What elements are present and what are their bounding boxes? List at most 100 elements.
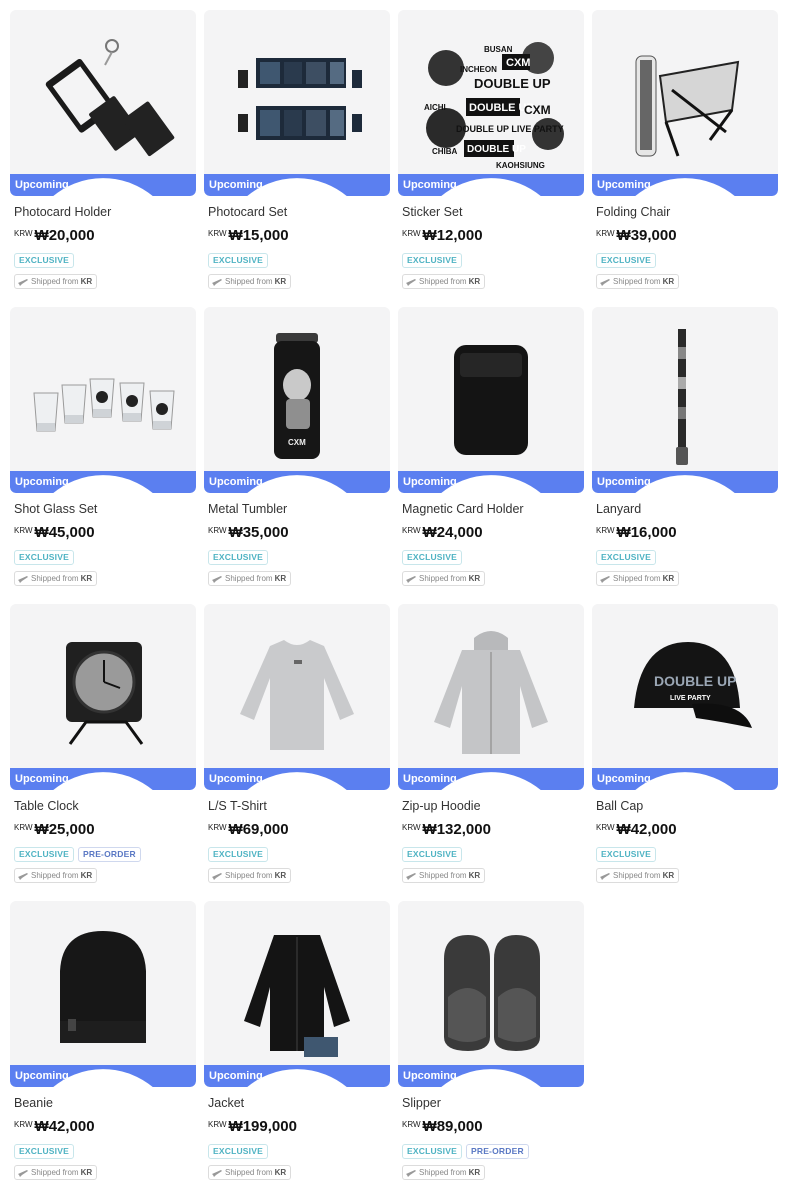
shipping-badge: Shipped from KR bbox=[596, 571, 680, 586]
currency-code: KRW bbox=[596, 823, 615, 832]
plane-icon bbox=[406, 872, 416, 880]
shipping-badge: Shipped from KR bbox=[208, 274, 292, 289]
product-thumbnail[interactable]: Upcoming bbox=[10, 10, 196, 196]
badge-row: EXCLUSIVE bbox=[402, 847, 584, 862]
price-amount: ₩89,000 bbox=[422, 1118, 483, 1135]
product-thumbnail[interactable]: Upcoming bbox=[398, 901, 584, 1087]
price-amount: ₩69,000 bbox=[228, 821, 289, 838]
product-price: KRW ₩35,000 bbox=[208, 524, 390, 541]
product-card[interactable]: Upcoming Photocard Set KRW ₩15,000 EXCLU… bbox=[204, 10, 390, 307]
photocard-set-image bbox=[238, 58, 362, 140]
plane-icon bbox=[600, 278, 610, 286]
product-price: KRW ₩45,000 bbox=[14, 524, 196, 541]
product-name[interactable]: Photocard Set bbox=[208, 205, 390, 219]
plane-icon bbox=[600, 872, 610, 880]
clock-icon bbox=[441, 475, 541, 493]
badge-row: EXCLUSIVE bbox=[14, 253, 196, 268]
svg-text:AICHI: AICHI bbox=[424, 103, 446, 112]
product-thumbnail[interactable]: Upcoming bbox=[10, 307, 196, 493]
plane-icon bbox=[406, 1169, 416, 1177]
product-thumbnail[interactable]: Upcoming bbox=[398, 307, 584, 493]
product-name[interactable]: Ball Cap bbox=[596, 799, 778, 813]
product-price: KRW ₩12,000 bbox=[402, 227, 584, 244]
product-card[interactable]: Upcoming Table Clock KRW ₩25,000 EXCLUSI… bbox=[10, 604, 196, 901]
product-name[interactable]: Sticker Set bbox=[402, 205, 584, 219]
product-card[interactable]: Upcoming Folding Chair KRW ₩39,000 EXCLU… bbox=[592, 10, 778, 307]
product-name[interactable]: Magnetic Card Holder bbox=[402, 502, 584, 516]
exclusive-badge: EXCLUSIVE bbox=[14, 253, 74, 268]
shipping-origin: KR bbox=[80, 871, 93, 880]
upcoming-status-bar: Upcoming bbox=[10, 471, 196, 493]
product-card[interactable]: Upcoming L/S T-Shirt KRW ₩69,000 EXCLUSI… bbox=[204, 604, 390, 901]
shipping-prefix: Shipped from bbox=[419, 277, 467, 286]
shipping-origin: KR bbox=[274, 277, 287, 286]
shipping-badge: Shipped from KR bbox=[596, 274, 680, 289]
shipping-badge: Shipped from KR bbox=[402, 274, 486, 289]
product-thumbnail[interactable]: Upcoming bbox=[204, 10, 390, 196]
preorder-badge: PRE-ORDER bbox=[77, 847, 141, 862]
clock-icon bbox=[53, 475, 153, 493]
shipping-origin: KR bbox=[80, 277, 93, 286]
product-thumbnail[interactable]: Upcoming bbox=[10, 604, 196, 790]
product-name[interactable]: Zip-up Hoodie bbox=[402, 799, 584, 813]
badge-row: EXCLUSIVE bbox=[596, 253, 778, 268]
plane-icon bbox=[212, 278, 222, 286]
price-amount: ₩16,000 bbox=[616, 524, 677, 541]
product-name[interactable]: Beanie bbox=[14, 1096, 196, 1110]
ls-tshirt-image bbox=[240, 640, 354, 750]
clock-icon bbox=[53, 772, 153, 790]
product-card[interactable]: BUSAN CXM INCHEON DOUBLE UP AICHI DOUBLE… bbox=[398, 10, 584, 307]
product-name[interactable]: L/S T-Shirt bbox=[208, 799, 390, 813]
clock-icon bbox=[247, 1069, 347, 1087]
product-card[interactable]: DOUBLE UP LIVE PARTY Upcoming Ball Cap K… bbox=[592, 604, 778, 901]
product-name[interactable]: Table Clock bbox=[14, 799, 196, 813]
plane-icon bbox=[600, 575, 610, 583]
product-name[interactable]: Jacket bbox=[208, 1096, 390, 1110]
product-price: KRW ₩15,000 bbox=[208, 227, 390, 244]
product-card[interactable]: Upcoming Zip-up Hoodie KRW ₩132,000 EXCL… bbox=[398, 604, 584, 901]
badge-row: EXCLUSIVE bbox=[208, 253, 390, 268]
exclusive-badge: EXCLUSIVE bbox=[596, 253, 656, 268]
product-thumbnail[interactable]: CXM Upcoming bbox=[204, 307, 390, 493]
product-name[interactable]: Folding Chair bbox=[596, 205, 778, 219]
product-name[interactable]: Photocard Holder bbox=[14, 205, 196, 219]
product-card[interactable]: Upcoming Photocard Holder KRW ₩20,000 EX… bbox=[10, 10, 196, 307]
product-name[interactable]: Slipper bbox=[402, 1096, 584, 1110]
product-price: KRW ₩42,000 bbox=[14, 1118, 196, 1135]
badge-row: EXCLUSIVE bbox=[402, 550, 584, 565]
product-name[interactable]: Lanyard bbox=[596, 502, 778, 516]
product-thumbnail[interactable]: Upcoming bbox=[204, 604, 390, 790]
product-thumbnail[interactable]: Upcoming bbox=[398, 604, 584, 790]
shipping-badge: Shipped from KR bbox=[402, 571, 486, 586]
product-name[interactable]: Metal Tumbler bbox=[208, 502, 390, 516]
product-price: KRW ₩16,000 bbox=[596, 524, 778, 541]
product-thumbnail[interactable]: Upcoming bbox=[10, 901, 196, 1087]
exclusive-badge: EXCLUSIVE bbox=[402, 847, 462, 862]
product-card[interactable]: Upcoming Jacket KRW ₩199,000 EXCLUSIVE S… bbox=[204, 901, 390, 1198]
shipping-prefix: Shipped from bbox=[31, 574, 79, 583]
currency-code: KRW bbox=[596, 229, 615, 238]
product-thumbnail[interactable]: Upcoming bbox=[592, 10, 778, 196]
upcoming-status-bar: Upcoming bbox=[398, 768, 584, 790]
shipping-badge: Shipped from KR bbox=[596, 868, 680, 883]
badge-row: EXCLUSIVE bbox=[14, 1144, 196, 1159]
product-card[interactable]: Upcoming Beanie KRW ₩42,000 EXCLUSIVE Sh… bbox=[10, 901, 196, 1198]
lanyard-image bbox=[676, 329, 688, 465]
currency-code: KRW bbox=[14, 526, 33, 535]
product-thumbnail[interactable]: DOUBLE UP LIVE PARTY Upcoming bbox=[592, 604, 778, 790]
plane-icon bbox=[406, 278, 416, 286]
metal-tumbler-image: CXM bbox=[274, 333, 320, 459]
product-card[interactable]: CXM Upcoming Metal Tumbler KRW ₩35,000 E… bbox=[204, 307, 390, 604]
shipping-prefix: Shipped from bbox=[419, 574, 467, 583]
shipping-badge: Shipped from KR bbox=[208, 571, 292, 586]
product-card[interactable]: Upcoming Slipper KRW ₩89,000 EXCLUSIVE PR… bbox=[398, 901, 584, 1198]
product-thumbnail[interactable]: BUSAN CXM INCHEON DOUBLE UP AICHI DOUBLE… bbox=[398, 10, 584, 196]
product-thumbnail[interactable]: Upcoming bbox=[204, 901, 390, 1087]
exclusive-badge: EXCLUSIVE bbox=[402, 253, 462, 268]
product-card[interactable]: Upcoming Lanyard KRW ₩16,000 EXCLUSIVE S… bbox=[592, 307, 778, 604]
ball-cap-image: DOUBLE UP LIVE PARTY bbox=[634, 642, 752, 728]
product-thumbnail[interactable]: Upcoming bbox=[592, 307, 778, 493]
product-card[interactable]: Upcoming Shot Glass Set KRW ₩45,000 EXCL… bbox=[10, 307, 196, 604]
product-card[interactable]: Upcoming Magnetic Card Holder KRW ₩24,00… bbox=[398, 307, 584, 604]
product-name[interactable]: Shot Glass Set bbox=[14, 502, 196, 516]
